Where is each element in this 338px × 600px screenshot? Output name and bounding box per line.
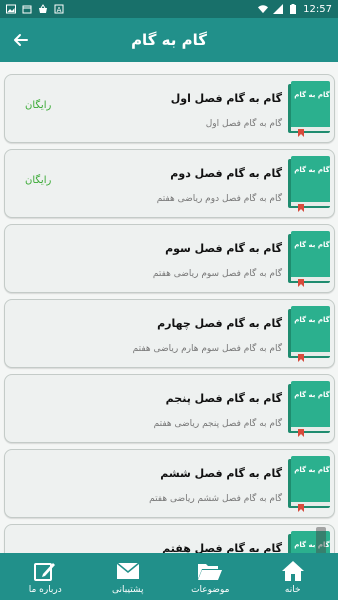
mail-icon	[115, 559, 141, 583]
chapter-title: گام به گام فصل سوم	[165, 242, 282, 255]
book-cover-label: گام به گام	[294, 391, 330, 399]
free-badge: رایگان	[25, 100, 52, 111]
nav-support[interactable]: پشتیبانی	[93, 553, 163, 600]
nav-about[interactable]: درباره ما	[10, 553, 80, 600]
chapter-card[interactable]: گام به گام گام به گام فصل دوم گام به گام…	[4, 149, 335, 218]
app-bar: گام به گام	[0, 18, 338, 62]
book-icon	[288, 81, 330, 137]
folder-icon	[197, 559, 223, 583]
wifi-icon	[258, 4, 269, 14]
book-cover-label: گام به گام	[294, 316, 330, 324]
chapter-title: گام به گام فصل دوم	[170, 167, 282, 180]
chapter-card[interactable]: گام به گام گام به گام فصل پنجم گام به گا…	[4, 374, 335, 443]
chapter-subtitle: گام به گام فصل ششم ریاضی هفتم	[149, 494, 282, 504]
signal-icon	[273, 4, 284, 14]
bottom-nav: درباره ما پشتیبانی موضوعات خانه	[0, 553, 338, 600]
nav-home-label: خانه	[284, 584, 301, 595]
book-icon	[288, 231, 330, 287]
chapter-title: گام به گام فصل ششم	[160, 467, 282, 480]
chapter-list: گام به گام گام به گام فصل اول گام به گام…	[0, 62, 338, 553]
chapter-subtitle: گام به گام فصل پنجم ریاضی هفتم	[153, 419, 282, 429]
nav-about-label: درباره ما	[28, 584, 62, 595]
nav-home[interactable]: خانه	[258, 553, 328, 600]
status-notifications: A	[6, 4, 64, 14]
chapter-card[interactable]: گام به گام گام به گام فصل اول گام به گام…	[4, 74, 335, 143]
battery-icon	[288, 4, 298, 14]
svg-text:A: A	[57, 6, 62, 14]
status-bar: A 12:57	[0, 0, 338, 18]
nav-topics[interactable]: موضوعات	[175, 553, 245, 600]
book-cover-label: گام به گام	[294, 241, 330, 249]
book-cover-label: گام به گام	[294, 91, 330, 99]
basket-icon	[38, 4, 48, 14]
chapter-title: گام به گام فصل پنجم	[165, 392, 282, 405]
chapter-title: گام به گام فصل چهارم	[157, 317, 282, 330]
calendar-icon	[22, 4, 32, 14]
arrow-left-icon	[14, 34, 28, 46]
chapter-card[interactable]: گام به گام گام به گام فصل ششم گام به گام…	[4, 449, 335, 518]
status-time: 12:57	[303, 3, 332, 15]
chapter-subtitle: گام به گام فصل اول	[205, 119, 282, 129]
edit-icon	[32, 559, 58, 583]
nav-topics-label: موضوعات	[191, 584, 230, 595]
book-cover-label: گام به گام	[294, 466, 330, 474]
free-badge: رایگان	[25, 175, 52, 186]
chapter-subtitle: گام به گام فصل دوم ریاضی هفتم	[156, 194, 282, 204]
chapter-card[interactable]: گام به گام گام به گام فصل هفتم	[4, 524, 335, 553]
app-notification-icon: A	[54, 4, 64, 14]
book-icon	[288, 381, 330, 437]
chapter-subtitle: گام به گام فصل سوم هارم ریاضی هفتم	[132, 344, 282, 354]
back-button[interactable]	[6, 26, 34, 54]
home-icon	[280, 559, 306, 583]
page-title: گام به گام	[131, 31, 207, 49]
book-icon	[288, 156, 330, 212]
chapter-title: گام به گام فصل هفتم	[162, 542, 282, 553]
chapter-subtitle: گام به گام فصل سوم ریاضی هفتم	[152, 269, 282, 279]
chapter-card[interactable]: گام به گام گام به گام فصل چهارم گام به گ…	[4, 299, 335, 368]
gallery-icon	[6, 4, 16, 14]
chapter-title: گام به گام فصل اول	[170, 92, 282, 105]
book-icon	[288, 306, 330, 362]
book-icon	[288, 456, 330, 512]
chapter-card[interactable]: گام به گام گام به گام فصل سوم گام به گام…	[4, 224, 335, 293]
book-cover-label: گام به گام	[294, 166, 330, 174]
nav-support-label: پشتیبانی	[112, 584, 144, 595]
status-system: 12:57	[258, 4, 332, 15]
